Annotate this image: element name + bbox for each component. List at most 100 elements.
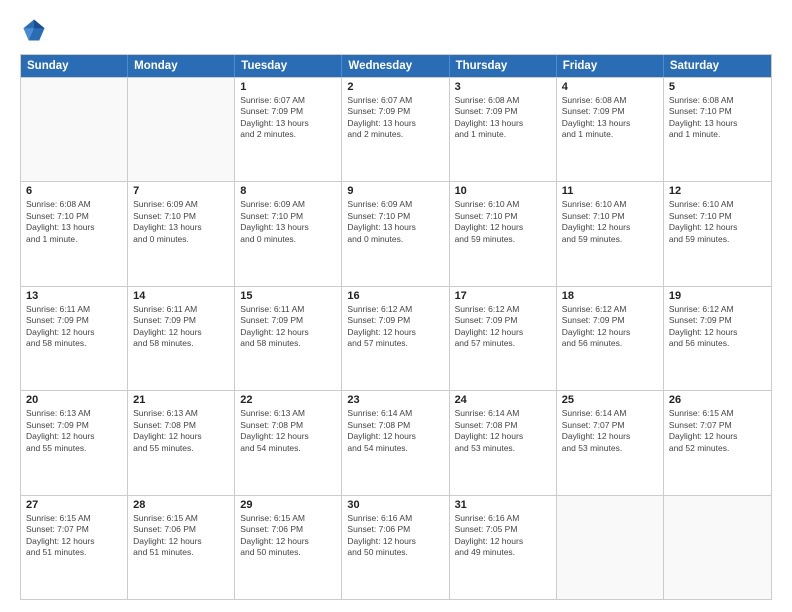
day-detail: Sunrise: 6:13 AM Sunset: 7:08 PM Dayligh… bbox=[133, 408, 229, 454]
calendar-cell: 14 Sunrise: 6:11 AM Sunset: 7:09 PM Dayli… bbox=[128, 287, 235, 390]
calendar-cell: 13Sunrise: 6:11 AM Sunset: 7:09 PM Dayli… bbox=[21, 287, 128, 390]
day-detail: Sunrise: 6:08 AM Sunset: 7:10 PM Dayligh… bbox=[26, 199, 122, 245]
calendar-cell: 1 Sunrise: 6:07 AM Sunset: 7:09 PM Daylig… bbox=[235, 78, 342, 181]
calendar-cell: 10 Sunrise: 6:10 AM Sunset: 7:10 PM Dayli… bbox=[450, 182, 557, 285]
day-detail: Sunrise: 6:12 AM Sunset: 7:09 PM Dayligh… bbox=[455, 304, 551, 350]
page: SundayMondayTuesdayWednesdayThursdayFrid… bbox=[0, 0, 792, 612]
calendar-cell: 17 Sunrise: 6:12 AM Sunset: 7:09 PM Dayli… bbox=[450, 287, 557, 390]
calendar-cell: 4 Sunrise: 6:08 AM Sunset: 7:09 PM Daylig… bbox=[557, 78, 664, 181]
calendar-body: 1 Sunrise: 6:07 AM Sunset: 7:09 PM Daylig… bbox=[21, 77, 771, 599]
calendar-cell: 21 Sunrise: 6:13 AM Sunset: 7:08 PM Dayli… bbox=[128, 391, 235, 494]
day-detail: Sunrise: 6:14 AM Sunset: 7:07 PM Dayligh… bbox=[562, 408, 658, 454]
day-number: 21 bbox=[133, 394, 229, 406]
day-detail: Sunrise: 6:08 AM Sunset: 7:09 PM Dayligh… bbox=[455, 95, 551, 141]
logo-icon bbox=[20, 16, 48, 44]
calendar-cell: 25 Sunrise: 6:14 AM Sunset: 7:07 PM Dayli… bbox=[557, 391, 664, 494]
day-number: 8 bbox=[240, 185, 336, 197]
calendar-cell: 2Sunrise: 6:07 AM Sunset: 7:09 PM Daylig… bbox=[342, 78, 449, 181]
day-number: 10 bbox=[455, 185, 551, 197]
calendar-cell: 30 Sunrise: 6:16 AM Sunset: 7:06 PM Dayli… bbox=[342, 496, 449, 599]
calendar-cell: 3 Sunrise: 6:08 AM Sunset: 7:09 PM Daylig… bbox=[450, 78, 557, 181]
day-detail: Sunrise: 6:10 AM Sunset: 7:10 PM Dayligh… bbox=[562, 199, 658, 245]
day-detail: Sunrise: 6:10 AM Sunset: 7:10 PM Dayligh… bbox=[455, 199, 551, 245]
day-number: 31 bbox=[455, 499, 551, 511]
calendar-cell: 26Sunrise: 6:15 AM Sunset: 7:07 PM Dayli… bbox=[664, 391, 771, 494]
calendar-week-row: 13 Sunrise: 6:11 AM Sunset: 7:09 PM Dayli… bbox=[21, 286, 771, 390]
calendar-cell: 9Sunrise: 6:09 AM Sunset: 7:10 PM Daylig… bbox=[342, 182, 449, 285]
calendar-cell: 16 Sunrise: 6:12 AM Sunset: 7:09 PM Dayli… bbox=[342, 287, 449, 390]
weekday-header: Wednesday bbox=[342, 55, 449, 77]
weekday-header: Sunday bbox=[21, 55, 128, 77]
day-number: 7 bbox=[133, 185, 229, 197]
calendar-week-row: 1 Sunrise: 6:07 AM Sunset: 7:09 PM Daylig… bbox=[21, 77, 771, 181]
day-number: 27 bbox=[26, 499, 122, 511]
day-number: 29 bbox=[240, 499, 336, 511]
day-number: 25 bbox=[562, 394, 658, 406]
day-number: 30 bbox=[347, 499, 443, 511]
calendar: SundayMondayTuesdayWednesdayThursdayFrid… bbox=[20, 54, 772, 600]
weekday-header: Saturday bbox=[664, 55, 771, 77]
logo bbox=[20, 16, 52, 44]
calendar-cell: 19 Sunrise: 6:12 AM Sunset: 7:09 PM Dayli… bbox=[664, 287, 771, 390]
day-detail: Sunrise: 6:09 AM Sunset: 7:10 PM Dayligh… bbox=[133, 199, 229, 245]
calendar-cell: 27 Sunrise: 6:15 AM Sunset: 7:07 PM Dayli… bbox=[21, 496, 128, 599]
day-detail: Sunrise: 6:14 AM Sunset: 7:08 PM Dayligh… bbox=[347, 408, 443, 454]
day-number: 24 bbox=[455, 394, 551, 406]
calendar-cell bbox=[21, 78, 128, 181]
day-detail: Sunrise: 6:08 AM Sunset: 7:09 PM Dayligh… bbox=[562, 95, 658, 141]
day-detail: Sunrise: 6:15 AM Sunset: 7:07 PM Dayligh… bbox=[669, 408, 766, 454]
calendar-cell bbox=[557, 496, 664, 599]
day-number: 14 bbox=[133, 290, 229, 302]
header bbox=[20, 16, 772, 44]
day-number: 6 bbox=[26, 185, 122, 197]
calendar-week-row: 20 Sunrise: 6:13 AM Sunset: 7:09 PM Dayli… bbox=[21, 390, 771, 494]
day-number: 12 bbox=[669, 185, 766, 197]
calendar-cell: 18Sunrise: 6:12 AM Sunset: 7:09 PM Dayli… bbox=[557, 287, 664, 390]
day-detail: Sunrise: 6:13 AM Sunset: 7:08 PM Dayligh… bbox=[240, 408, 336, 454]
day-number: 22 bbox=[240, 394, 336, 406]
calendar-cell: 7 Sunrise: 6:09 AM Sunset: 7:10 PM Daylig… bbox=[128, 182, 235, 285]
calendar-cell: 20 Sunrise: 6:13 AM Sunset: 7:09 PM Dayli… bbox=[21, 391, 128, 494]
day-detail: Sunrise: 6:11 AM Sunset: 7:09 PM Dayligh… bbox=[133, 304, 229, 350]
day-number: 3 bbox=[455, 81, 551, 93]
day-number: 16 bbox=[347, 290, 443, 302]
calendar-cell bbox=[128, 78, 235, 181]
day-number: 5 bbox=[669, 81, 766, 93]
calendar-cell: 24 Sunrise: 6:14 AM Sunset: 7:08 PM Dayli… bbox=[450, 391, 557, 494]
day-detail: Sunrise: 6:12 AM Sunset: 7:09 PM Dayligh… bbox=[669, 304, 766, 350]
calendar-cell: 6 Sunrise: 6:08 AM Sunset: 7:10 PM Daylig… bbox=[21, 182, 128, 285]
day-number: 15 bbox=[240, 290, 336, 302]
day-detail: Sunrise: 6:15 AM Sunset: 7:07 PM Dayligh… bbox=[26, 513, 122, 559]
day-number: 1 bbox=[240, 81, 336, 93]
day-detail: Sunrise: 6:15 AM Sunset: 7:06 PM Dayligh… bbox=[133, 513, 229, 559]
calendar-week-row: 27 Sunrise: 6:15 AM Sunset: 7:07 PM Dayli… bbox=[21, 495, 771, 599]
calendar-cell: 29 Sunrise: 6:15 AM Sunset: 7:06 PM Dayli… bbox=[235, 496, 342, 599]
day-detail: Sunrise: 6:11 AM Sunset: 7:09 PM Dayligh… bbox=[240, 304, 336, 350]
day-number: 2 bbox=[347, 81, 443, 93]
day-number: 20 bbox=[26, 394, 122, 406]
day-detail: Sunrise: 6:12 AM Sunset: 7:09 PM Dayligh… bbox=[347, 304, 443, 350]
weekday-header: Monday bbox=[128, 55, 235, 77]
day-number: 17 bbox=[455, 290, 551, 302]
day-detail: Sunrise: 6:07 AM Sunset: 7:09 PM Dayligh… bbox=[240, 95, 336, 141]
day-detail: Sunrise: 6:13 AM Sunset: 7:09 PM Dayligh… bbox=[26, 408, 122, 454]
calendar-cell: 31Sunrise: 6:16 AM Sunset: 7:05 PM Dayli… bbox=[450, 496, 557, 599]
day-number: 19 bbox=[669, 290, 766, 302]
calendar-cell: 15 Sunrise: 6:11 AM Sunset: 7:09 PM Dayli… bbox=[235, 287, 342, 390]
day-number: 4 bbox=[562, 81, 658, 93]
day-number: 9 bbox=[347, 185, 443, 197]
weekday-header: Friday bbox=[557, 55, 664, 77]
day-detail: Sunrise: 6:16 AM Sunset: 7:06 PM Dayligh… bbox=[347, 513, 443, 559]
day-detail: Sunrise: 6:15 AM Sunset: 7:06 PM Dayligh… bbox=[240, 513, 336, 559]
calendar-cell: 8Sunrise: 6:09 AM Sunset: 7:10 PM Daylig… bbox=[235, 182, 342, 285]
day-detail: Sunrise: 6:08 AM Sunset: 7:10 PM Dayligh… bbox=[669, 95, 766, 141]
calendar-cell: 22 Sunrise: 6:13 AM Sunset: 7:08 PM Dayli… bbox=[235, 391, 342, 494]
day-detail: Sunrise: 6:14 AM Sunset: 7:08 PM Dayligh… bbox=[455, 408, 551, 454]
day-number: 11 bbox=[562, 185, 658, 197]
calendar-cell: 28 Sunrise: 6:15 AM Sunset: 7:06 PM Dayli… bbox=[128, 496, 235, 599]
weekday-header: Thursday bbox=[450, 55, 557, 77]
day-number: 13 bbox=[26, 290, 122, 302]
calendar-cell: 23Sunrise: 6:14 AM Sunset: 7:08 PM Dayli… bbox=[342, 391, 449, 494]
calendar-cell: 12Sunrise: 6:10 AM Sunset: 7:10 PM Dayli… bbox=[664, 182, 771, 285]
day-number: 28 bbox=[133, 499, 229, 511]
